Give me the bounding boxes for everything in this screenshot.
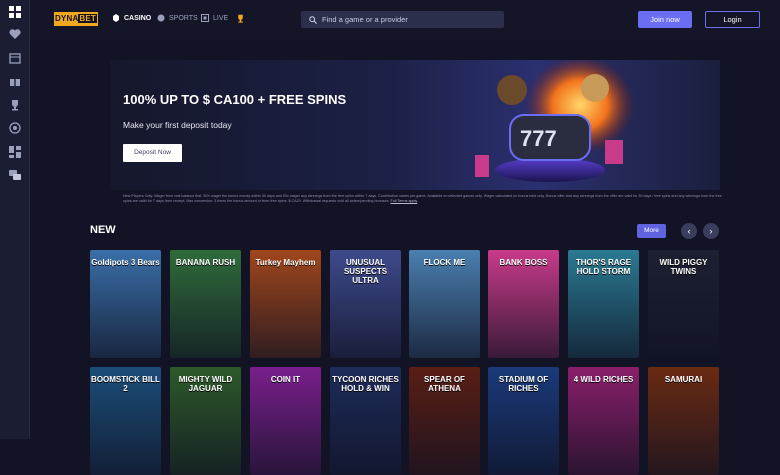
brand-logo[interactable]: DYNABET: [54, 12, 98, 26]
game-title: Goldipots 3 Bears: [91, 258, 160, 267]
dashboard-icon[interactable]: [9, 146, 21, 158]
game-title: SPEAR OF ATHENA: [424, 375, 465, 393]
prev-arrow-icon[interactable]: ‹: [681, 223, 697, 239]
gift-icon[interactable]: [9, 75, 21, 87]
promo-banner[interactable]: 777 100% UP TO $ CA100 + FREE SPINS Make…: [110, 60, 720, 190]
terms-body: New Players Only. Wager from real balanc…: [123, 194, 722, 203]
game-tile[interactable]: COIN IT: [250, 367, 321, 475]
nav-casino-label: CASINO: [124, 14, 152, 22]
game-title: WILD PIGGY TWINS: [659, 258, 708, 276]
game-tile[interactable]: TYCOON RICHES HOLD & WIN: [330, 367, 401, 475]
game-tile[interactable]: STADIUM OF RICHES: [488, 367, 559, 475]
nav-live[interactable]: LIVE: [201, 14, 228, 22]
search-input[interactable]: Find a game or a provider: [301, 11, 504, 28]
nav-live-label: LIVE: [213, 14, 229, 22]
game-title: STADIUM OF RICHES: [498, 375, 549, 393]
game-tile[interactable]: BANK BOSS: [488, 250, 559, 358]
logo-text-accent: BET: [78, 14, 98, 23]
game-title: UNUSUAL SUSPECTS ULTRA: [343, 258, 388, 285]
nav-tournaments[interactable]: [236, 14, 245, 23]
nav-casino[interactable]: CASINO: [112, 14, 151, 22]
target-icon[interactable]: [9, 122, 21, 134]
game-tile[interactable]: 4 WILD RICHES: [568, 367, 639, 475]
ball-icon: [157, 14, 165, 22]
heart-icon[interactable]: [9, 28, 21, 40]
login-button[interactable]: Login: [705, 11, 760, 28]
game-tile[interactable]: WILD PIGGY TWINS: [648, 250, 719, 358]
game-title: BANK BOSS: [499, 258, 548, 267]
svg-text:777: 777: [520, 126, 557, 151]
section-title: NEW: [90, 224, 116, 236]
game-tile[interactable]: SAMURAI: [648, 367, 719, 475]
search-icon: [309, 15, 317, 24]
banner-title: 100% UP TO $ CA100 + FREE SPINS: [123, 92, 347, 107]
cards-icon: [113, 14, 119, 22]
game-tile[interactable]: UNUSUAL SUSPECTS ULTRA: [330, 250, 401, 358]
nav-sports[interactable]: SPORTS: [157, 14, 198, 22]
game-tile[interactable]: Turkey Mayhem: [250, 250, 321, 358]
logo-text: DYNA: [54, 14, 79, 23]
chat-icon[interactable]: [9, 169, 21, 181]
game-title: Turkey Mayhem: [255, 258, 316, 267]
banner-subtitle: Make your first deposit today: [123, 120, 232, 130]
game-title: FLOCK ME: [423, 258, 466, 267]
deposit-now-button[interactable]: Deposit Now: [123, 144, 182, 162]
game-title: COIN IT: [270, 375, 301, 384]
game-title: THOR'S RAGE HOLD STORM: [575, 258, 632, 276]
terms-text: New Players Only. Wager from real balanc…: [123, 194, 723, 204]
game-title: TYCOON RICHES HOLD & WIN: [332, 375, 399, 393]
game-tile[interactable]: BANANA RUSH: [170, 250, 241, 358]
top-bar: DYNABET CASINO SPORTS LIVE Find a game o…: [30, 0, 780, 40]
game-title: BOOMSTICK BILL 2: [91, 375, 160, 393]
trophy-icon: [238, 14, 243, 23]
game-tile[interactable]: MIGHTY WILD JAGUAR: [170, 367, 241, 475]
trophy-icon[interactable]: [9, 99, 21, 111]
live-icon: [201, 14, 209, 22]
calendar-icon[interactable]: [9, 52, 21, 64]
game-tile[interactable]: FLOCK ME: [409, 250, 480, 358]
nav-sports-label: SPORTS: [169, 14, 198, 22]
search-placeholder: Find a game or a provider: [322, 15, 408, 24]
game-tile[interactable]: THOR'S RAGE HOLD STORM: [568, 250, 639, 358]
game-title: BANANA RUSH: [175, 258, 236, 267]
game-tile[interactable]: SPEAR OF ATHENA: [409, 367, 480, 475]
grid-icon[interactable]: [9, 6, 21, 18]
next-arrow-icon[interactable]: ›: [703, 223, 719, 239]
full-terms-link[interactable]: Full Terms apply: [390, 199, 417, 203]
game-title: MIGHTY WILD JAGUAR: [178, 375, 233, 393]
game-tile[interactable]: BOOMSTICK BILL 2: [90, 367, 161, 475]
join-now-button[interactable]: Join now: [638, 11, 692, 28]
sidebar: [0, 0, 30, 439]
game-tile[interactable]: Goldipots 3 Bears: [90, 250, 161, 358]
game-title: 4 WILD RICHES: [573, 375, 634, 384]
more-button[interactable]: More: [637, 224, 666, 238]
game-title: SAMURAI: [664, 375, 703, 384]
